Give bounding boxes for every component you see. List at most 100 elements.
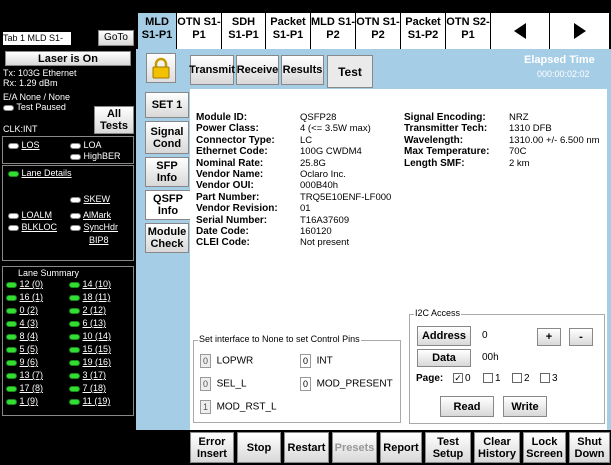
- lane-status[interactable]: 15 (15): [69, 344, 132, 357]
- lane-status[interactable]: 17 (8): [6, 383, 69, 396]
- sfp-info-button[interactable]: SFP Info: [145, 157, 189, 187]
- page-checkbox-1[interactable]: 1: [483, 373, 501, 384]
- data-value[interactable]: 00h: [482, 352, 499, 363]
- lane-status[interactable]: 14 (10): [69, 279, 132, 292]
- tab-packet-s1-p1[interactable]: Packet S1-P1: [266, 13, 310, 49]
- test-setup-button[interactable]: Test Setup: [425, 432, 471, 463]
- test-paused-status: Test Paused: [3, 102, 66, 112]
- lane-status[interactable]: 2 (12): [69, 305, 132, 318]
- info-key: Connector Type:: [196, 134, 275, 146]
- loa-alarm[interactable]: LOA: [70, 140, 102, 150]
- arrow-left-icon: [514, 23, 526, 39]
- blkloc-alarm[interactable]: BLKLOC: [8, 222, 57, 232]
- info-key: Nominal Rate:: [196, 157, 264, 169]
- lane-status[interactable]: 12 (0): [6, 279, 69, 292]
- tab-otn-s2-p1[interactable]: OTN S2-P1: [446, 13, 490, 49]
- error-insert-button[interactable]: Error Insert: [190, 432, 234, 463]
- page-checkbox-3[interactable]: 3: [540, 373, 558, 384]
- led-indicator: [70, 142, 81, 149]
- tab-receive[interactable]: Receive: [236, 55, 279, 85]
- lane-status[interactable]: 8 (4): [6, 331, 69, 344]
- tab-test[interactable]: Test: [327, 55, 373, 88]
- tab-sdh-s1-p1[interactable]: SDH S1-P1: [222, 13, 265, 49]
- lock-icon[interactable]: [146, 53, 176, 83]
- lane-status[interactable]: 4 (3): [6, 318, 69, 331]
- lane-row: 0 (2) 2 (12): [6, 305, 132, 318]
- info-value: TRQ5E10ENF-LF000: [300, 191, 392, 203]
- info-value: Not present: [300, 237, 350, 249]
- int-pin[interactable]: 0 INT: [300, 354, 333, 368]
- lane-status[interactable]: 18 (11): [69, 292, 132, 305]
- info-value: LC: [300, 134, 313, 146]
- tab-otn-s1-p2[interactable]: OTN S1-P2: [356, 13, 400, 49]
- lane-status[interactable]: 11 (19): [69, 396, 132, 409]
- lane-status[interactable]: 13 (7): [6, 370, 69, 383]
- write-button[interactable]: Write: [503, 396, 547, 417]
- lane-status[interactable]: 3 (17): [69, 370, 132, 383]
- address-value[interactable]: 0: [482, 330, 488, 341]
- info-value: QSFP28: [300, 112, 337, 123]
- lane-status[interactable]: 7 (18): [69, 383, 132, 396]
- loalm-alarm[interactable]: LOALM: [8, 210, 52, 220]
- lane-status[interactable]: 9 (6): [6, 357, 69, 370]
- tab-otn-s1-p1[interactable]: OTN S1-P1: [177, 13, 221, 49]
- skew-alarm[interactable]: SKEW: [70, 194, 110, 204]
- tab-packet-s1-p2[interactable]: Packet S1-P2: [401, 13, 445, 49]
- report-button[interactable]: Report: [380, 432, 422, 463]
- led-indicator: [8, 170, 19, 177]
- lock-screen-button[interactable]: Lock Screen: [523, 432, 566, 463]
- laser-button[interactable]: Laser is On: [5, 51, 131, 66]
- checkbox-icon: [483, 373, 493, 384]
- page-checkbox-0[interactable]: ✓ 0: [453, 373, 471, 384]
- page-checkbox-2[interactable]: 2: [512, 373, 530, 384]
- mod-present-pin[interactable]: 0 MOD_PRESENT: [300, 377, 393, 391]
- lane-status[interactable]: 5 (5): [6, 344, 69, 357]
- page-label: Page:: [416, 373, 444, 384]
- info-row: Vendor Name: Oclaro Inc.: [196, 169, 391, 180]
- bip8-alarm[interactable]: BIP8: [89, 235, 109, 245]
- checkbox-checked-icon: ✓: [453, 373, 463, 384]
- lane-status[interactable]: 10 (14): [69, 331, 132, 344]
- restart-button[interactable]: Restart: [284, 432, 329, 463]
- tab-transmit[interactable]: Transmit: [189, 55, 235, 85]
- synchdr-alarm[interactable]: SyncHdr: [70, 222, 118, 232]
- lane-status[interactable]: 6 (13): [69, 318, 132, 331]
- tab-mld-s1-p2[interactable]: MLD S1-P2: [311, 13, 355, 49]
- lopwr-pin[interactable]: 0 LOPWR: [200, 354, 253, 368]
- sel-l-pin[interactable]: 0 SEL_L: [200, 377, 247, 391]
- lane-status[interactable]: 16 (1): [6, 292, 69, 305]
- tab-label: Packet S1-P2: [405, 16, 441, 41]
- tab-results[interactable]: Results: [281, 55, 324, 85]
- los-alarm[interactable]: LOS: [8, 140, 40, 150]
- lane-details-link[interactable]: Lane Details: [8, 168, 72, 178]
- tx-info: Tx: 103G Ethernet: [3, 68, 77, 78]
- all-tests-button[interactable]: All Tests: [94, 106, 134, 134]
- plus-button[interactable]: +: [537, 328, 561, 346]
- signal-cond-button[interactable]: Signal Cond: [145, 121, 189, 154]
- data-button[interactable]: Data: [417, 349, 471, 367]
- presets-button[interactable]: Presets: [332, 432, 377, 463]
- set-1-button[interactable]: SET 1: [145, 92, 189, 118]
- minus-button[interactable]: -: [569, 328, 593, 346]
- led-indicator: [69, 372, 80, 379]
- info-key: Vendor Name:: [196, 168, 264, 180]
- read-button[interactable]: Read: [440, 396, 494, 417]
- lane-status[interactable]: 19 (16): [69, 357, 132, 370]
- lane-status[interactable]: 0 (2): [6, 305, 69, 318]
- mod-rst-pin[interactable]: 1 MOD_RST_L: [200, 400, 277, 414]
- module-check-button[interactable]: Module Check: [145, 223, 189, 253]
- goto-button[interactable]: GoTo: [98, 30, 134, 46]
- address-button[interactable]: Address: [417, 326, 471, 346]
- tab-prev-button[interactable]: [491, 13, 549, 49]
- info-value: 1310 DFB: [509, 123, 552, 135]
- lane-status[interactable]: 1 (9): [6, 396, 69, 409]
- pin-value: 1: [200, 400, 211, 414]
- tab-next-button[interactable]: [550, 13, 609, 49]
- highber-alarm[interactable]: HighBER: [70, 151, 121, 161]
- shut-down-button[interactable]: Shut Down: [569, 432, 610, 463]
- qsfp-info-button[interactable]: QSFP Info: [145, 190, 191, 220]
- almark-alarm[interactable]: AlMark: [70, 210, 111, 220]
- tab-mld-s1-p1[interactable]: MLD S1-P1: [138, 13, 176, 49]
- clear-history-button[interactable]: Clear History: [474, 432, 520, 463]
- stop-button[interactable]: Stop: [237, 432, 281, 463]
